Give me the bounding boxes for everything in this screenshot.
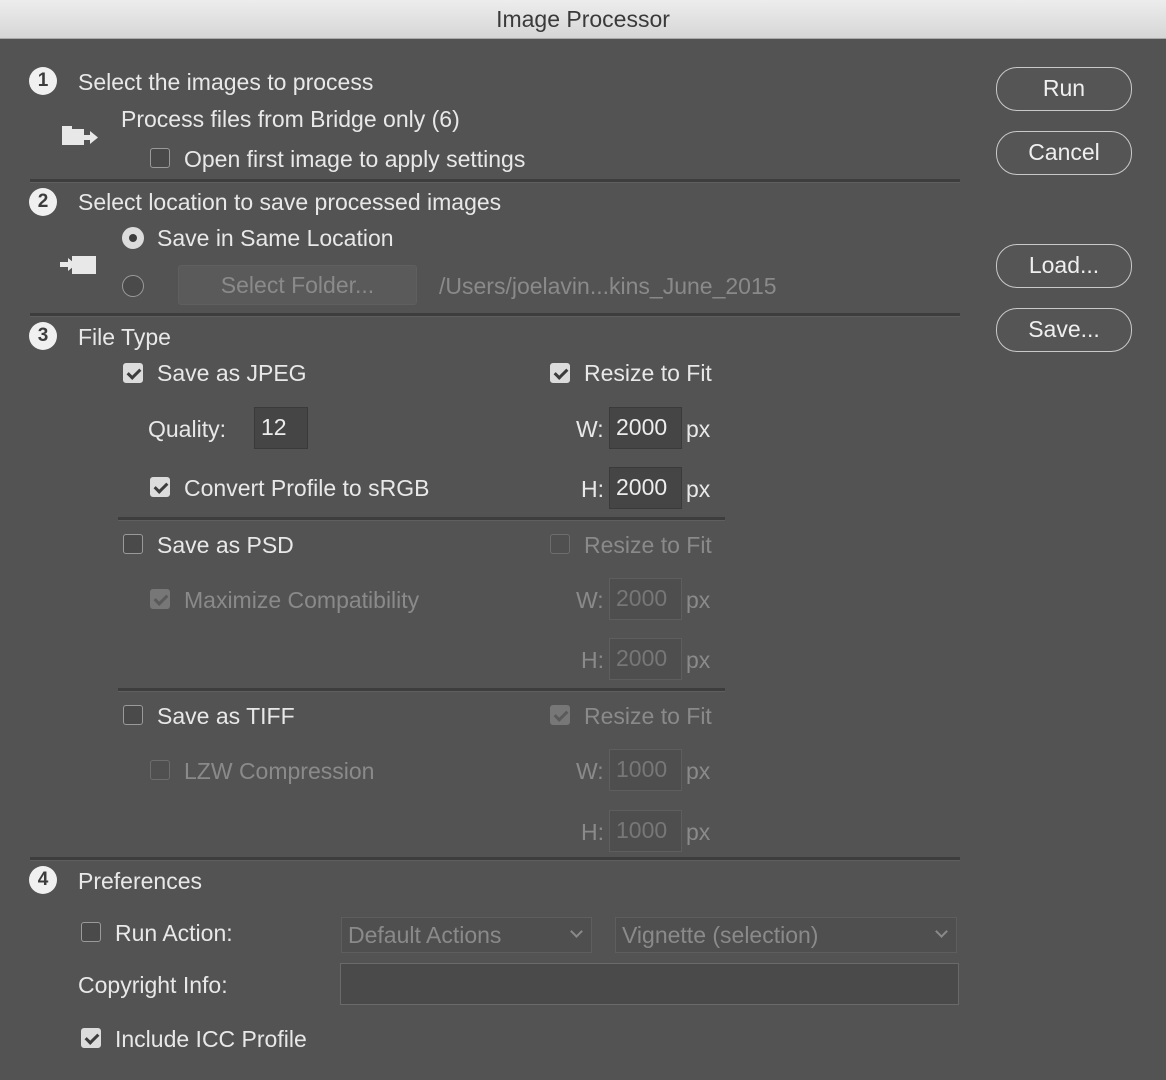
psd-height-unit: px bbox=[686, 647, 711, 673]
save-as-tiff-label: Save as TIFF bbox=[157, 703, 295, 729]
chevron-down-icon bbox=[935, 925, 948, 938]
copyright-label: Copyright Info: bbox=[78, 972, 228, 998]
include-icc-checkbox[interactable] bbox=[81, 1028, 101, 1048]
maximize-compat-label: Maximize Compatibility bbox=[184, 587, 420, 613]
include-icc-label: Include ICC Profile bbox=[115, 1026, 307, 1052]
open-first-image-checkbox[interactable] bbox=[150, 148, 170, 168]
action-set-value: Default Actions bbox=[348, 922, 502, 948]
step-1-badge: 1 bbox=[29, 67, 57, 95]
run-action-checkbox[interactable] bbox=[81, 922, 101, 942]
separator bbox=[30, 313, 960, 317]
tiff-height-label: H: bbox=[581, 819, 604, 845]
window-title: Image Processor bbox=[496, 6, 670, 32]
psd-height-input[interactable]: 2000 bbox=[609, 638, 682, 680]
tiff-resize-checkbox[interactable] bbox=[550, 705, 570, 725]
psd-width-input[interactable]: 2000 bbox=[609, 578, 682, 620]
save-as-jpeg-label: Save as JPEG bbox=[157, 360, 307, 386]
jpeg-quality-label: Quality: bbox=[148, 416, 226, 442]
section-3-heading: File Type bbox=[78, 324, 171, 350]
psd-width-unit: px bbox=[686, 587, 711, 613]
jpeg-height-unit: px bbox=[686, 476, 711, 502]
source-description: Process files from Bridge only (6) bbox=[121, 106, 460, 132]
tiff-resize-label: Resize to Fit bbox=[584, 703, 712, 729]
lzw-compression-label: LZW Compression bbox=[184, 758, 375, 784]
run-action-label: Run Action: bbox=[115, 920, 233, 946]
select-folder-radio[interactable] bbox=[122, 275, 144, 297]
tiff-width-unit: px bbox=[686, 758, 711, 784]
jpeg-quality-input[interactable]: 12 bbox=[254, 407, 308, 449]
jpeg-resize-label: Resize to Fit bbox=[584, 360, 712, 386]
open-first-image-label: Open first image to apply settings bbox=[184, 146, 526, 172]
psd-height-label: H: bbox=[581, 647, 604, 673]
section-1-heading: Select the images to process bbox=[78, 69, 374, 95]
tiff-width-label: W: bbox=[576, 758, 604, 784]
save-as-psd-checkbox[interactable] bbox=[123, 534, 143, 554]
jpeg-width-label: W: bbox=[576, 416, 604, 442]
save-as-jpeg-checkbox[interactable] bbox=[123, 363, 143, 383]
jpeg-height-input[interactable]: 2000 bbox=[609, 467, 682, 509]
tiff-width-input[interactable]: 1000 bbox=[609, 749, 682, 791]
jpeg-width-unit: px bbox=[686, 416, 711, 442]
save-same-location-label: Save in Same Location bbox=[157, 225, 394, 251]
separator bbox=[118, 517, 725, 521]
cancel-button[interactable]: Cancel bbox=[996, 131, 1132, 175]
convert-srgb-label: Convert Profile to sRGB bbox=[184, 475, 430, 501]
section-2-heading: Select location to save processed images bbox=[78, 189, 502, 215]
select-folder-button[interactable]: Select Folder... bbox=[178, 265, 417, 305]
jpeg-width-input[interactable]: 2000 bbox=[609, 407, 682, 449]
separator bbox=[118, 688, 725, 692]
psd-width-label: W: bbox=[576, 587, 604, 613]
convert-srgb-checkbox[interactable] bbox=[150, 477, 170, 497]
bridge-files-icon bbox=[62, 126, 98, 145]
jpeg-height-label: H: bbox=[581, 476, 604, 502]
save-as-psd-label: Save as PSD bbox=[157, 532, 294, 558]
chevron-down-icon bbox=[570, 925, 583, 938]
copyright-input[interactable] bbox=[340, 963, 959, 1005]
lzw-compression-checkbox[interactable] bbox=[150, 760, 170, 780]
psd-resize-checkbox[interactable] bbox=[550, 534, 570, 554]
psd-resize-label: Resize to Fit bbox=[584, 532, 712, 558]
tiff-height-unit: px bbox=[686, 819, 711, 845]
step-3-badge: 3 bbox=[29, 322, 57, 350]
jpeg-resize-checkbox[interactable] bbox=[550, 363, 570, 383]
tiff-height-input[interactable]: 1000 bbox=[609, 810, 682, 852]
save-button[interactable]: Save... bbox=[996, 308, 1132, 352]
folder-destination-icon bbox=[60, 256, 96, 274]
separator bbox=[30, 857, 960, 861]
step-2-badge: 2 bbox=[29, 188, 57, 216]
separator bbox=[30, 179, 960, 183]
section-4-heading: Preferences bbox=[78, 868, 203, 894]
step-4-badge: 4 bbox=[29, 866, 57, 894]
action-select[interactable]: Vignette (selection) bbox=[615, 917, 957, 953]
destination-path: /Users/joelavin...kins_June_2015 bbox=[439, 273, 777, 299]
maximize-compat-checkbox[interactable] bbox=[150, 589, 170, 609]
action-set-select[interactable]: Default Actions bbox=[341, 917, 592, 953]
action-value: Vignette (selection) bbox=[622, 922, 819, 948]
load-button[interactable]: Load... bbox=[996, 244, 1132, 288]
save-as-tiff-checkbox[interactable] bbox=[123, 705, 143, 725]
run-button[interactable]: Run bbox=[996, 67, 1132, 111]
save-same-location-radio[interactable] bbox=[122, 227, 144, 249]
